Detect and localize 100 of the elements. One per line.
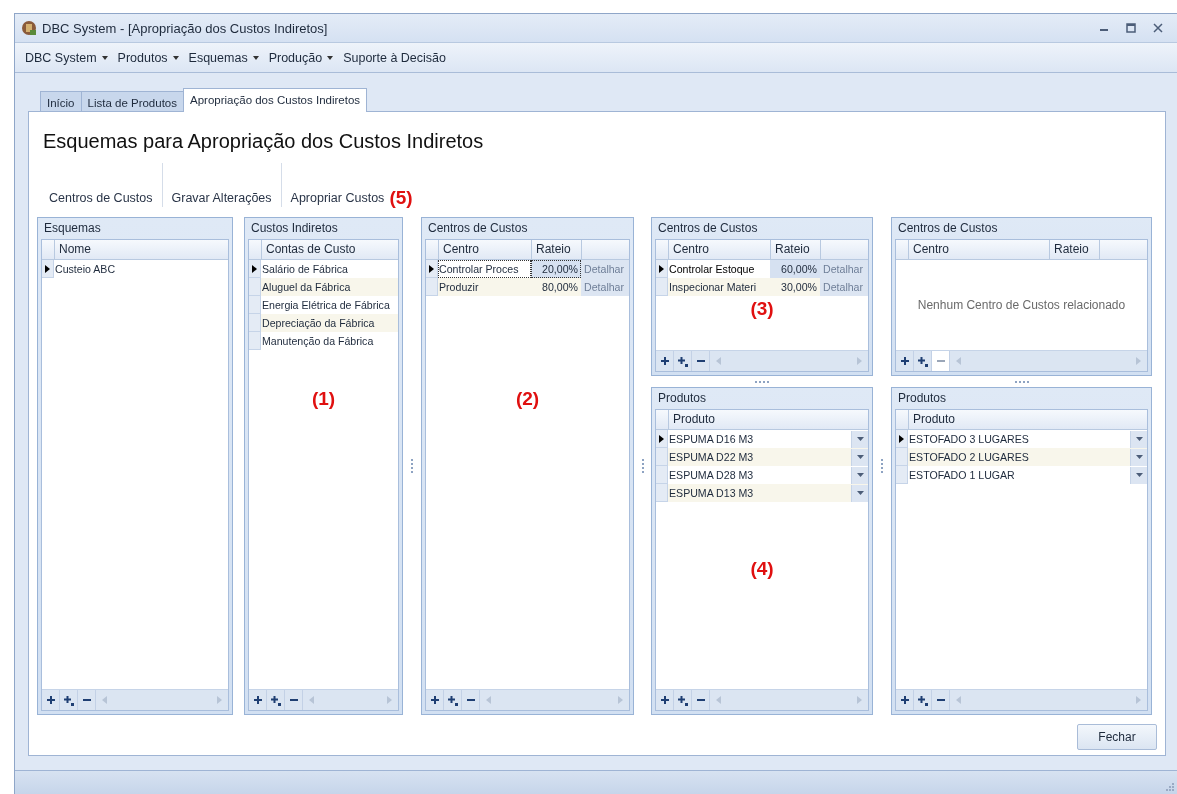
plus-square-icon [677,694,688,706]
dropdown-icon[interactable] [1130,430,1147,448]
table-cell-text: Energia Elétrica de Fábrica [261,298,391,313]
product-combo[interactable]: ESPUMA D13 M3 [668,484,868,502]
panel-title: Produtos [897,390,948,407]
scroll-left-icon[interactable] [486,696,491,704]
annotation-label: (2) [515,388,540,410]
dropdown-icon[interactable] [851,466,868,484]
scroll-right-icon[interactable] [618,696,623,704]
row-indicator[interactable] [42,260,54,278]
splitter-handle[interactable] [881,459,883,473]
table-cell: Controlar Proces [438,260,531,278]
plus-square-icon [447,694,458,706]
dropdown-icon[interactable] [851,448,868,466]
table-cell: Inspecionar Materi [668,278,770,296]
product-combo[interactable]: ESTOFADO 2 LUGARES [908,448,1147,466]
scroll-left-icon[interactable] [716,696,721,704]
resize-grip-icon[interactable] [1166,783,1174,791]
caret-icon [252,55,259,60]
row-indicator[interactable] [896,430,908,448]
plus-icon [899,695,910,705]
table-cell-text: Custeio ABC [54,262,117,277]
close-icon[interactable] [1153,23,1163,33]
table-cell: 80,00% [531,278,581,296]
annotation-label: (3) [750,298,774,320]
caret-icon [172,55,179,60]
plus-icon [252,695,263,705]
annotation-label: (5) [389,188,413,207]
splitter-handle[interactable] [1014,380,1029,383]
plus-icon [429,695,440,705]
column-header[interactable]: Centro [668,240,770,259]
plus-square-icon [917,694,928,706]
scroll-right-icon[interactable] [1136,696,1141,704]
row-indicator[interactable] [426,260,438,278]
product-combo[interactable]: ESTOFADO 3 LUGARES [908,430,1147,448]
toolbar-button[interactable]: Gravar Alterações [162,189,281,205]
panel-title: Centros de Custos [657,220,759,237]
menu-item[interactable]: Esquemas [184,48,263,67]
caret-icon [327,55,334,60]
row-indicator[interactable] [249,260,261,278]
scroll-left-icon[interactable] [956,696,961,704]
table-cell: Produzir [438,278,531,296]
scroll-left-icon[interactable] [309,696,314,704]
column-header[interactable]: Centro [908,240,1049,259]
column-header[interactable]: Centro [438,240,531,259]
product-combo[interactable]: ESPUMA D28 M3 [668,466,868,484]
page-heading: Esquemas para Apropriação dos Custos Indiretos [43,130,485,153]
table-cell: 30,00% [770,278,820,296]
column-header[interactable]: Rateio [1049,240,1099,259]
dropdown-icon[interactable] [851,484,868,502]
panel-title: Custos Indiretos [250,220,339,237]
plus-icon [45,695,56,705]
scroll-right-icon[interactable] [1136,357,1141,365]
window-title: DBC System - [Apropriação dos Custos Indiretos] [42,20,329,36]
scroll-left-icon[interactable] [102,696,107,704]
tab[interactable]: Lista de Produtos [80,91,184,111]
tab[interactable]: Apropriação dos Custos Indiretos [183,88,368,112]
annotation-label: (4) [750,558,774,580]
panel-title: Centros de Custos [427,220,529,237]
maximize-icon[interactable] [1126,23,1136,33]
scroll-left-icon[interactable] [716,357,721,365]
scroll-right-icon[interactable] [857,357,862,365]
table-cell-text: Salário de Fábrica [261,262,349,277]
table-cell-text: Manutenção da Fábrica [261,334,375,349]
empty-message: Nenhum Centro de Custos relacionado [916,298,1127,312]
scroll-right-icon[interactable] [217,696,222,704]
row-indicator[interactable] [656,260,668,278]
dropdown-icon[interactable] [1130,448,1147,466]
splitter-handle[interactable] [755,380,769,383]
plus-square-icon [63,694,74,706]
plus-square-icon [270,694,281,706]
column-header[interactable]: Rateio [770,240,820,259]
product-combo[interactable]: ESPUMA D16 M3 [668,430,868,448]
dropdown-icon[interactable] [1130,466,1147,484]
table-cell-text: Controlar Estoque [668,262,756,277]
row-indicator[interactable] [656,430,668,448]
splitter-handle[interactable] [641,459,644,473]
app-icon [21,20,37,36]
splitter-handle[interactable] [411,459,413,473]
close-button[interactable]: Fechar [1077,724,1157,750]
menu-item[interactable]: Produtos [113,48,183,67]
toolbar-button[interactable]: Centros de Custos [40,189,162,205]
scroll-left-icon[interactable] [956,357,961,365]
table-cell: 20,00% [531,260,581,278]
plus-icon [659,356,670,366]
menu-item[interactable]: Produção [264,48,338,67]
column-header[interactable]: Rateio [531,240,581,259]
product-combo[interactable]: ESTOFADO 1 LUGAR [908,466,1147,484]
caret-icon [101,55,108,60]
plus-square-icon [917,355,928,367]
product-combo[interactable]: ESPUMA D22 M3 [668,448,868,466]
scroll-right-icon[interactable] [387,696,392,704]
panel-title: Esquemas [43,220,102,237]
tab[interactable]: Início [40,91,82,111]
menu-item[interactable]: DBC System [21,48,112,67]
dropdown-icon[interactable] [851,430,868,448]
menu-item[interactable]: Suporte à Decisão [339,48,450,67]
panel-title: Produtos [657,390,708,407]
scroll-right-icon[interactable] [857,696,862,704]
plus-icon [659,695,670,705]
